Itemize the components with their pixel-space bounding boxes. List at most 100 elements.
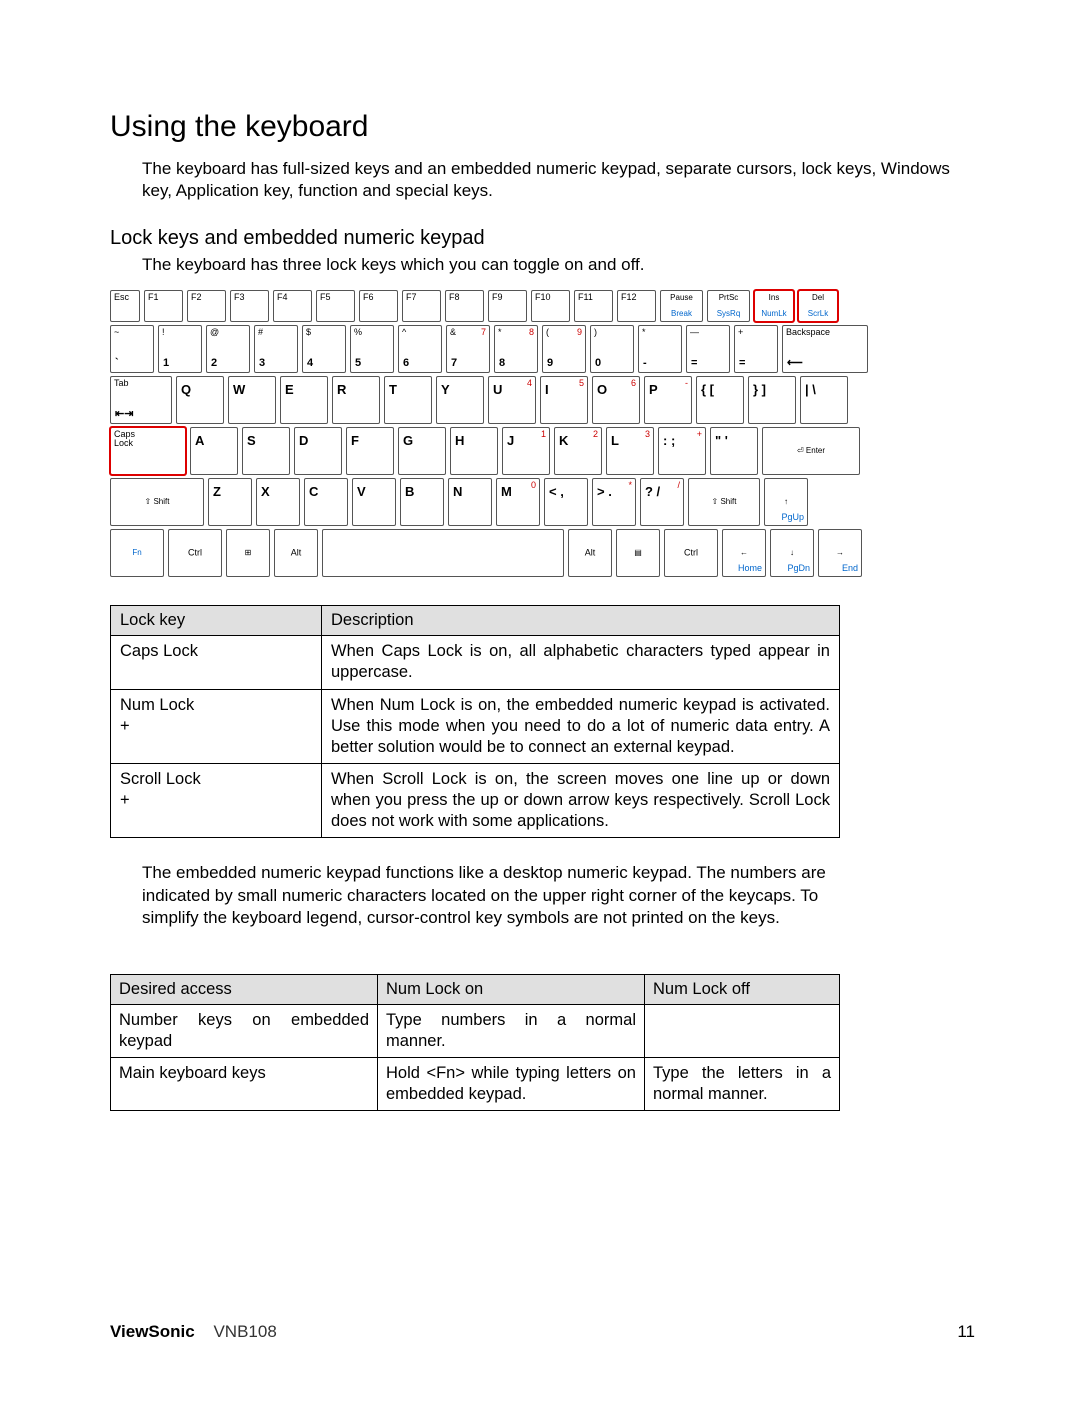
key-`: ~` — [110, 325, 154, 373]
key-H: H — [450, 427, 498, 475]
between-paragraph: The embedded numeric keypad functions li… — [142, 862, 842, 929]
page-footer: ViewSonic VNB108 11 — [110, 1322, 975, 1342]
key-E: E — [280, 376, 328, 424]
key-f2: F2 — [187, 290, 226, 322]
key-1: !1 — [158, 325, 202, 373]
key-pause: PauseBreak — [660, 290, 703, 322]
key-f8: F8 — [445, 290, 484, 322]
key-arrow-up: ↑PgUp — [764, 478, 808, 526]
key-F: F — [346, 427, 394, 475]
key-enter: ⏎ Enter — [762, 427, 860, 475]
numlock-table-cell: Number keys on embedded keypad — [111, 1004, 378, 1057]
key-S: S — [242, 427, 290, 475]
lock-table-desc: When Scroll Lock is on, the screen moves… — [322, 763, 840, 837]
key-: } ] — [748, 376, 796, 424]
key-X: X — [256, 478, 300, 526]
key-5: %5 — [350, 325, 394, 373]
key-C: C — [304, 478, 348, 526]
key-: : ;+ — [658, 427, 706, 475]
key-capslock: CapsLock — [110, 427, 186, 475]
key-ins: InsNumLk — [754, 290, 794, 322]
lock-table-key: Num Lock+ — [111, 689, 322, 763]
section-heading: Lock keys and embedded numeric keypad — [110, 227, 975, 250]
numlock-table-cell: Type numbers in a normal manner. — [378, 1004, 645, 1057]
key-2: @2 — [206, 325, 250, 373]
key-J: J1 — [502, 427, 550, 475]
key-=: —= — [686, 325, 730, 373]
key-Z: Z — [208, 478, 252, 526]
key-D: D — [294, 427, 342, 475]
key-P: P- — [644, 376, 692, 424]
lock-table-header: Description — [322, 606, 840, 636]
key-f7: F7 — [402, 290, 441, 322]
key-f5: F5 — [316, 290, 355, 322]
key-: ? // — [640, 478, 684, 526]
key-=: += — [734, 325, 778, 373]
key-O: O6 — [592, 376, 640, 424]
lock-table-desc: When Caps Lock is on, all alphabetic cha… — [322, 636, 840, 689]
key-Y: Y — [436, 376, 484, 424]
lock-table-desc: When Num Lock is on, the embedded numeri… — [322, 689, 840, 763]
key-: { [ — [696, 376, 744, 424]
key-: > .* — [592, 478, 636, 526]
key-alt: Alt — [568, 529, 612, 577]
key-8: *88 — [494, 325, 538, 373]
key-fn: Fn — [110, 529, 164, 577]
keyboard-diagram: Esc F1 F2 F3 F4 F5 F6 F7 F8 F9 F10 F11 F… — [110, 290, 975, 577]
key-0: )0 — [590, 325, 634, 373]
key-9: (99 — [542, 325, 586, 373]
numlock-table-header: Num Lock off — [645, 974, 840, 1004]
key-U: U4 — [488, 376, 536, 424]
key-f3: F3 — [230, 290, 269, 322]
key-shift-right: ⇧ Shift — [688, 478, 760, 526]
key-del: DelScrLk — [798, 290, 838, 322]
key-V: V — [352, 478, 396, 526]
footer-brand: ViewSonic — [110, 1322, 195, 1341]
numlock-table-header: Num Lock on — [378, 974, 645, 1004]
key-B: B — [400, 478, 444, 526]
page-title: Using the keyboard — [110, 110, 975, 144]
key-4: $4 — [302, 325, 346, 373]
key-W: W — [228, 376, 276, 424]
section-subtext: The keyboard has three lock keys which y… — [142, 254, 975, 276]
key--: *- — [638, 325, 682, 373]
numlock-table-cell: Hold <Fn> while typing letters on embedd… — [378, 1057, 645, 1110]
key-f4: F4 — [273, 290, 312, 322]
footer-model: VNB108 — [213, 1322, 276, 1341]
key-space — [322, 529, 564, 577]
lock-table-key: Caps Lock — [111, 636, 322, 689]
key-ctrl: Ctrl — [664, 529, 718, 577]
numlock-table-header: Desired access — [111, 974, 378, 1004]
key-f11: F11 — [574, 290, 613, 322]
key-tab: Tab⇤⇥ — [110, 376, 172, 424]
numlock-table-cell: Main keyboard keys — [111, 1057, 378, 1110]
key-f12: F12 — [617, 290, 656, 322]
key-7: &77 — [446, 325, 490, 373]
key-f6: F6 — [359, 290, 398, 322]
key-N: N — [448, 478, 492, 526]
key-esc: Esc — [110, 290, 140, 322]
key-arrow-left: ←Home — [722, 529, 766, 577]
key-K: K2 — [554, 427, 602, 475]
lock-keys-table: Lock keyDescriptionCaps LockWhen Caps Lo… — [110, 605, 840, 838]
numlock-table: Desired accessNum Lock onNum Lock off Num… — [110, 974, 840, 1111]
lock-table-header: Lock key — [111, 606, 322, 636]
key-backspace: Backspace⟵ — [782, 325, 868, 373]
lock-table-key: Scroll Lock+ — [111, 763, 322, 837]
key-alt: Alt — [274, 529, 318, 577]
key-R: R — [332, 376, 380, 424]
key-T: T — [384, 376, 432, 424]
key-M: M0 — [496, 478, 540, 526]
key-G: G — [398, 427, 446, 475]
numlock-table-cell: Type the letters in a normal manner. — [645, 1057, 840, 1110]
key-: " ' — [710, 427, 758, 475]
key-prtsc: PrtScSysRq — [707, 290, 750, 322]
intro-paragraph: The keyboard has full-sized keys and an … — [142, 158, 975, 203]
key-I: I5 — [540, 376, 588, 424]
numlock-table-cell — [645, 1004, 840, 1057]
key-shift-left: ⇧ Shift — [110, 478, 204, 526]
key-win: ⊞ — [226, 529, 270, 577]
key-: | \ — [800, 376, 848, 424]
key-menu: ▤ — [616, 529, 660, 577]
key-arrow-right: →End — [818, 529, 862, 577]
